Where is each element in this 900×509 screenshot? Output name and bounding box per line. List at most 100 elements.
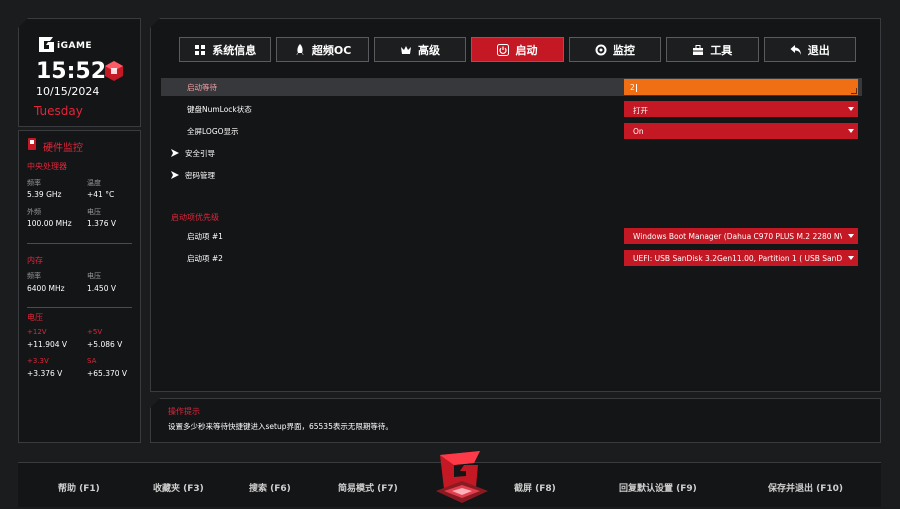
clock-weekday: Tuesday [34,104,83,118]
clock-time: 15:52 [36,59,107,84]
monitor-icon [595,44,607,55]
numlock-dropdown[interactable]: 打开 [624,101,858,117]
boot-wait-label: 启动等待 [187,83,217,92]
footer-bar: 帮助 (F1) 收藏夹 (F3) 搜索 (F6) 简易模式 (F7) 截屏 (F… [18,451,881,507]
v33-label: +3.3V [27,357,49,365]
cpu-section-title: 中央处理器 [27,162,67,171]
v5-value: +5.086 V [87,340,123,349]
boot-option-1-row[interactable]: 启动项 #1 Windows Boot Manager (Dahua C970 … [161,227,862,245]
voltage-section-title: 电压 [27,313,43,322]
hardware-monitor-panel: 硬件监控 中央处理器 频率 温度 5.39 GHz +41 °C 外频 电压 1… [18,130,141,443]
fullscreen-logo-row[interactable]: 全屏LOGO显示 On [161,122,862,140]
sa-value: +65.370 V [87,369,128,378]
cpu-volt-value: 1.376 V [87,219,116,228]
crown-icon [401,45,412,54]
numlock-row[interactable]: 键盘NumLock状态 打开 [161,100,862,118]
boot-option-2-dropdown[interactable]: UEFI: USB SanDisk 3.2Gen11.00, Partition… [624,250,858,266]
tab-label: 系统信息 [212,43,257,57]
v12-label: +12V [27,328,47,336]
cpu-freq-value: 5.39 GHz [27,190,62,199]
tab-label: 工具 [710,43,733,57]
power-icon [497,43,510,56]
v12-value: +11.904 V [27,340,68,349]
clock-panel: iGAME 15:52 10/15/2024 Tuesday [18,18,141,127]
fullscreen-logo-value: On [633,127,644,136]
hardware-monitor-icon [28,138,36,150]
cpu-temp-value: +41 °C [87,190,115,199]
chevron-down-icon [848,256,854,260]
chevron-down-icon [848,107,854,111]
boot-wait-row[interactable]: 启动等待 2 [161,78,862,96]
text-cursor [635,84,637,92]
boot-wait-value: 2 [630,83,635,92]
grid-icon [195,44,206,55]
toolbox-icon [693,44,704,55]
tab-boot[interactable]: 启动 [471,37,564,62]
boot-option-1-value: Windows Boot Manager (Dahua C970 PLUS M.… [633,232,845,241]
igame-logo-text: iGAME [57,41,93,51]
tab-monitor[interactable]: 监控 [568,37,662,62]
boot-option-2-row[interactable]: 启动项 #2 UEFI: USB SanDisk 3.2Gen11.00, Pa… [161,249,862,267]
password-label: 密码管理 [185,171,215,180]
divider [27,243,132,244]
mem-freq-label: 频率 [27,272,41,280]
numlock-label: 键盘NumLock状态 [187,105,252,114]
divider [27,307,132,308]
help-button[interactable]: 帮助 (F1) [58,481,100,494]
tab-label: 退出 [807,43,830,57]
boot-option-2-value: UEFI: USB SanDisk 3.2Gen11.00, Partition… [633,254,845,263]
rocket-icon [295,43,304,55]
fullscreen-logo-dropdown[interactable]: On [624,123,858,139]
hardware-monitor-title: 硬件监控 [43,143,83,154]
v33-value: +3.376 V [27,369,63,378]
back-arrow-icon [790,44,801,55]
save-exit-button[interactable]: 保存并退出 (F10) [768,481,843,494]
v5-label: +5V [87,328,103,336]
submenu-arrow-icon [171,171,179,179]
memory-section-title: 内存 [27,256,43,265]
cpu-bclk-value: 100.00 MHz [27,219,72,228]
hint-text: 设置多少秒来等待快捷键进入setup界面，65535表示无限期等待。 [168,422,393,431]
clock-date: 10/15/2024 [36,85,100,98]
boot-priority-title: 启动项优先级 [171,213,219,222]
resize-handle-icon [851,88,857,94]
boot-option-2-label: 启动项 #2 [187,254,223,263]
cpu-freq-label: 频率 [27,179,41,187]
tab-label: 启动 [515,43,538,57]
submenu-arrow-icon [171,149,179,157]
favorites-button[interactable]: 收藏夹 (F3) [153,481,204,494]
password-submenu[interactable]: 密码管理 [161,166,862,184]
tab-label: 监控 [612,43,635,57]
chevron-down-icon [848,129,854,133]
boot-wait-input[interactable]: 2 [624,79,858,95]
hint-title: 操作提示 [168,407,200,416]
load-defaults-button[interactable]: 回复默认设置 (F9) [619,481,697,494]
easy-mode-button[interactable]: 简易模式 (F7) [338,481,398,494]
tab-tools[interactable]: 工具 [666,37,759,62]
fullscreen-logo-label: 全屏LOGO显示 [187,127,239,136]
mem-volt-label: 电压 [87,272,101,280]
cpu-volt-label: 电压 [87,208,101,216]
boot-option-1-dropdown[interactable]: Windows Boot Manager (Dahua C970 PLUS M.… [624,228,858,244]
tab-system-info[interactable]: 系统信息 [179,37,272,62]
tab-exit[interactable]: 退出 [763,37,856,62]
gpu-cube-icon [105,61,123,81]
chevron-down-icon [848,234,854,238]
search-button[interactable]: 搜索 (F6) [249,481,291,494]
screenshot-button[interactable]: 截屏 (F8) [514,481,556,494]
boot-option-1-label: 启动项 #1 [187,232,223,241]
boot-settings-panel: 系统信息 超频OC 高级 启动 监控 工具 退出 启动等待 2 键盘NumLoc… [150,18,881,392]
sa-label: SA [87,357,97,365]
numlock-value: 打开 [633,106,648,115]
cpu-temp-label: 温度 [87,179,101,187]
igame-emblem-icon [436,451,488,503]
secure-boot-label: 安全引导 [185,149,215,158]
tab-advanced[interactable]: 高级 [373,37,467,62]
secure-boot-submenu[interactable]: 安全引导 [161,144,862,162]
hint-panel: 操作提示 设置多少秒来等待快捷键进入setup界面，65535表示无限期等待。 [150,398,881,443]
tab-label: 高级 [418,43,441,57]
mem-volt-value: 1.450 V [87,284,116,293]
main-tabs: 系统信息 超频OC 高级 启动 监控 工具 退出 [179,37,856,62]
tab-overclock[interactable]: 超频OC [276,37,369,62]
tab-label: 超频OC [311,43,352,57]
